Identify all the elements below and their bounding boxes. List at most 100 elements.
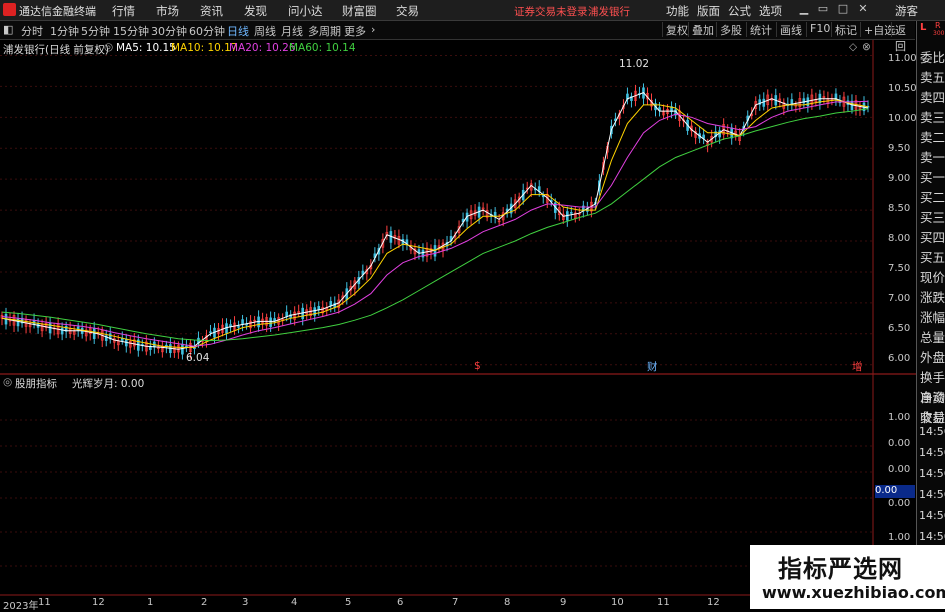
menu-zixun[interactable]: 资讯	[200, 3, 223, 19]
quote-label[interactable]: 涨幅	[920, 307, 945, 326]
ytick-label: 10.00	[888, 113, 917, 124]
period-1min[interactable]: 1分钟	[50, 23, 79, 39]
quote-label[interactable]: 卖五	[920, 67, 945, 86]
legend-ma20: MA20: 10.26	[229, 42, 296, 54]
quote-label[interactable]: 买二	[920, 187, 945, 206]
quote-label[interactable]: 交易	[920, 407, 945, 426]
menu-jiaoyi[interactable]: 交易	[396, 3, 419, 19]
tool-fanhui[interactable]: 返回	[891, 22, 915, 53]
marker-cai[interactable]: 财	[647, 359, 658, 374]
stock-name-status: 浦发银行	[588, 6, 630, 18]
corner-l[interactable]: L	[920, 22, 926, 33]
menu-shichang[interactable]: 市场	[156, 3, 179, 19]
restore-icon[interactable]: ▭	[816, 2, 830, 16]
candle-body	[273, 318, 276, 322]
quote-label[interactable]: 卖二	[920, 127, 945, 146]
xtick-label: 10	[611, 597, 624, 608]
period-30min[interactable]: 30分钟	[151, 23, 187, 39]
quote-label[interactable]: 换手	[920, 367, 945, 386]
ytick-label: 6.00	[888, 353, 911, 364]
tool-zixuan[interactable]: +自选	[860, 22, 895, 37]
xtick-label: 11	[38, 597, 51, 608]
maximize-icon[interactable]: □	[836, 2, 850, 16]
ma-line-ma60	[1, 108, 869, 342]
kline-chart[interactable]	[0, 40, 916, 609]
login-warning[interactable]: 证券交易未登录	[514, 4, 588, 19]
quote-label[interactable]: 涨跌	[920, 287, 945, 306]
xtick-label: 4	[291, 597, 298, 608]
quote-label[interactable]: 自动	[920, 387, 945, 406]
tool-tongji[interactable]: 统计	[746, 22, 772, 37]
period-60min[interactable]: 60分钟	[189, 23, 225, 39]
tool-diejia[interactable]: 叠加	[688, 22, 714, 37]
menu-gongneng[interactable]: 功能	[666, 3, 689, 19]
diamond-icon[interactable]: ◇	[849, 41, 857, 53]
quote-label[interactable]: 卖一	[920, 147, 945, 166]
quote-label[interactable]: 买一	[920, 167, 945, 186]
low-price-label: 6.04	[186, 352, 210, 364]
menu-xuanxiang[interactable]: 选项	[759, 3, 782, 19]
candle-body	[237, 326, 240, 328]
ma-line-ma5	[1, 92, 869, 350]
marker-zeng[interactable]: 增	[852, 359, 863, 374]
sub-ytick: 0.00	[888, 464, 911, 475]
trade-time: 14:56	[919, 488, 945, 501]
toolbar-collapse-icon[interactable]: ◧	[3, 23, 13, 36]
more-chevron-icon[interactable]: ›	[371, 23, 375, 36]
tool-biaoji[interactable]: 标记	[831, 22, 857, 37]
app-title: 通达信金融终端	[19, 5, 96, 18]
quote-label[interactable]: 买四	[920, 227, 945, 246]
xtick-label: 1	[147, 597, 154, 608]
period-weekly[interactable]: 周线	[254, 23, 276, 39]
ytick-label: 9.50	[888, 143, 911, 154]
tool-duogu[interactable]: 多股	[716, 22, 742, 37]
sub-settings-icon[interactable]: ◎	[3, 376, 12, 388]
ytick-label: 7.50	[888, 263, 911, 274]
quote-label[interactable]: 总量	[920, 327, 945, 346]
menu-wenxiaoda[interactable]: 问小达	[288, 3, 323, 19]
corner-r[interactable]: R	[935, 21, 941, 30]
marker-dollar[interactable]: $	[474, 360, 481, 372]
period-15min[interactable]: 15分钟	[113, 23, 149, 39]
legend-settings-icon[interactable]: ◎	[104, 41, 113, 53]
menu-faxian[interactable]: 发现	[244, 3, 267, 19]
quote-label[interactable]: 委比	[920, 47, 945, 66]
minimize-icon[interactable]: ▁	[797, 2, 811, 16]
quote-label[interactable]: 卖三	[920, 107, 945, 126]
menu-gongshi[interactable]: 公式	[728, 3, 751, 19]
tool-huaxian[interactable]: 画线	[776, 22, 802, 37]
sub-indicator-value: 光辉岁月: 0.00	[72, 378, 145, 390]
candle-body	[317, 306, 321, 310]
quote-label[interactable]: 买五	[920, 247, 945, 266]
quote-label[interactable]: 卖四	[920, 87, 945, 106]
chart-title: 浦发银行(日线 前复权)	[3, 44, 110, 56]
pane-close-icon[interactable]: ⊗	[862, 41, 871, 53]
tool-f10[interactable]: F10	[806, 22, 830, 37]
sub-value-box: 0.00	[875, 485, 915, 498]
ma-lines	[1, 92, 869, 350]
candle-body	[209, 331, 212, 334]
period-daily[interactable]: 日线	[227, 23, 249, 39]
period-fenshi[interactable]: 分时	[21, 23, 43, 39]
xtick-label: 12	[92, 597, 105, 608]
sub-ytick: 0.00	[888, 438, 911, 449]
menu-banmian[interactable]: 版面	[697, 3, 720, 19]
trade-time: 14:56	[919, 509, 945, 522]
xtick-label: 5	[345, 597, 352, 608]
period-more[interactable]: 更多	[344, 23, 366, 39]
close-icon[interactable]: ✕	[856, 2, 870, 16]
candle-body	[241, 319, 244, 325]
quote-label[interactable]: 买三	[920, 207, 945, 226]
period-monthly[interactable]: 月线	[281, 23, 303, 39]
menu-caifuquan[interactable]: 财富圈	[342, 3, 377, 19]
sub-ytick: 1.00	[888, 412, 911, 423]
menu-hangqing[interactable]: 行情	[112, 3, 135, 19]
ytick-label: 10.50	[888, 83, 917, 94]
quote-label[interactable]: 外盘	[920, 347, 945, 366]
period-5min[interactable]: 5分钟	[81, 23, 110, 39]
quote-label[interactable]: 现价	[920, 267, 945, 286]
tool-fuquan[interactable]: 复权	[662, 22, 688, 37]
period-multi[interactable]: 多周期	[308, 23, 341, 39]
guest-label[interactable]: 游客	[895, 3, 918, 19]
trade-time: 14:56	[919, 425, 945, 438]
